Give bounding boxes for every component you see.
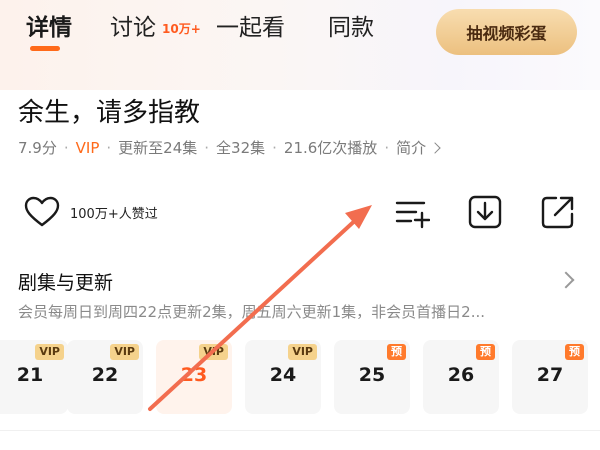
vip-label: VIP [75, 138, 100, 157]
episode-number: 21 [16, 364, 44, 386]
video-easter-egg-button[interactable]: 抽视频彩蛋 [436, 9, 577, 55]
discussion-count-badge: 10万+ [162, 22, 201, 36]
episode-tile[interactable]: 预 27 [512, 340, 588, 414]
separator-dot: · [384, 138, 390, 157]
show-meta: 7.9分 · VIP · 更新至24集 · 全32集 · 21.6亿次播放 · … [18, 137, 441, 158]
divider [0, 430, 600, 431]
chevron-right-icon [429, 141, 441, 154]
show-title: 余生，请多指教 [18, 98, 201, 128]
separator-dot: · [106, 138, 112, 157]
preview-badge: 预 [476, 344, 495, 360]
intro-link[interactable]: 简介 [396, 137, 441, 158]
tab-discussion[interactable]: 讨论 [110, 12, 156, 44]
episode-number: 22 [91, 364, 119, 386]
play-count: 21.6亿次播放 [283, 139, 378, 157]
like-count: 100万+人赞过 [70, 206, 158, 222]
vip-badge: VIP [199, 344, 228, 360]
episode-tile[interactable]: 预 25 [334, 340, 410, 414]
preview-badge: 预 [387, 344, 406, 360]
tab-bar: 详情 讨论 10万+ 一起看 同款 抽视频彩蛋 [0, 0, 600, 70]
preview-badge: 预 [565, 344, 584, 360]
episode-number: 27 [536, 364, 564, 386]
share-button[interactable] [540, 194, 576, 230]
update-schedule-text: 会员每周日到周四22点更新2集，周五周六更新1集，非会员首播日2... [18, 303, 486, 321]
vip-badge: VIP [288, 344, 317, 360]
tab-watch-together[interactable]: 一起看 [216, 12, 285, 44]
episode-number: 25 [358, 364, 386, 386]
heart-icon [24, 196, 60, 227]
total-episodes: 全32集 [216, 139, 266, 157]
episode-number: 23 [180, 364, 208, 386]
episode-list: VIP 21 VIP 22 VIP 23 VIP 24 预 25 预 26 预 … [0, 340, 600, 418]
share-icon [541, 196, 574, 229]
vip-badge: VIP [35, 344, 64, 360]
episode-number: 24 [269, 364, 297, 386]
tab-similar[interactable]: 同款 [328, 12, 374, 44]
vip-badge: VIP [110, 344, 139, 360]
rating: 7.9分 [18, 139, 57, 157]
episode-tile-current[interactable]: VIP 23 [156, 340, 232, 414]
episodes-section-title: 剧集与更新 [18, 272, 114, 294]
episode-tile[interactable]: 预 26 [423, 340, 499, 414]
separator-dot: · [272, 138, 277, 157]
episode-tile[interactable]: VIP 21 [0, 340, 68, 414]
episode-number: 26 [447, 364, 475, 386]
action-row: 100万+人赞过 [0, 190, 600, 238]
download-button[interactable] [467, 194, 503, 230]
download-icon [468, 195, 502, 229]
separator-dot: · [63, 138, 69, 157]
like-button[interactable]: 100万+人赞过 [24, 196, 158, 228]
intro-label: 简介 [396, 139, 427, 157]
add-to-playlist-button[interactable] [394, 194, 431, 230]
active-tab-indicator [30, 46, 60, 51]
update-status: 更新至24集 [118, 139, 198, 157]
add-to-playlist-icon [395, 201, 431, 229]
chevron-right-icon[interactable] [557, 271, 575, 289]
episode-tile[interactable]: VIP 24 [245, 340, 321, 414]
tab-details[interactable]: 详情 [26, 12, 72, 44]
episode-tile[interactable]: VIP 22 [67, 340, 143, 414]
separator-dot: · [204, 138, 210, 157]
